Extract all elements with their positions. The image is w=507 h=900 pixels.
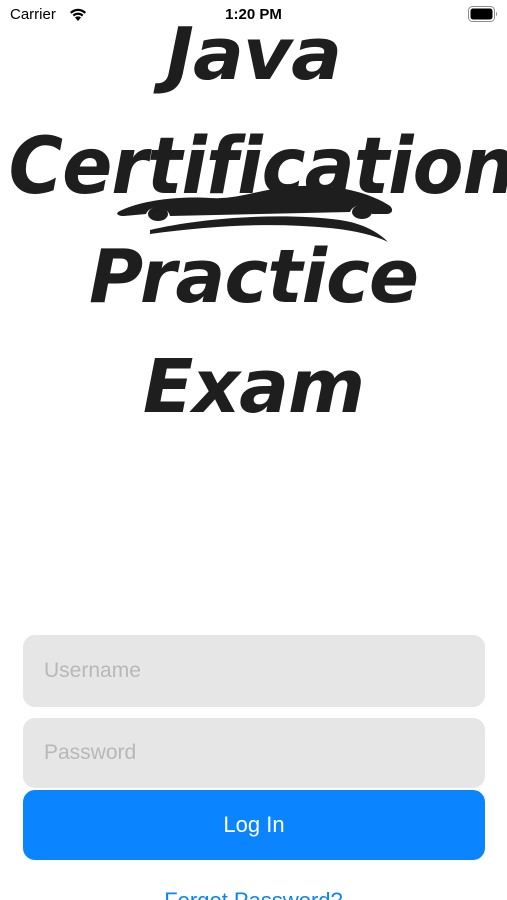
- app-logo: Java Certification Practice Exam: [0, 10, 507, 420]
- forgot-password-link[interactable]: Forgot Password?: [0, 888, 507, 900]
- logo-line-practice: Practice: [88, 234, 419, 320]
- login-button[interactable]: Log In: [23, 790, 485, 860]
- logo-line-exam: Exam: [142, 344, 365, 420]
- username-input[interactable]: [23, 635, 485, 707]
- password-input[interactable]: [23, 718, 485, 788]
- logo-line-java: Java: [165, 12, 342, 96]
